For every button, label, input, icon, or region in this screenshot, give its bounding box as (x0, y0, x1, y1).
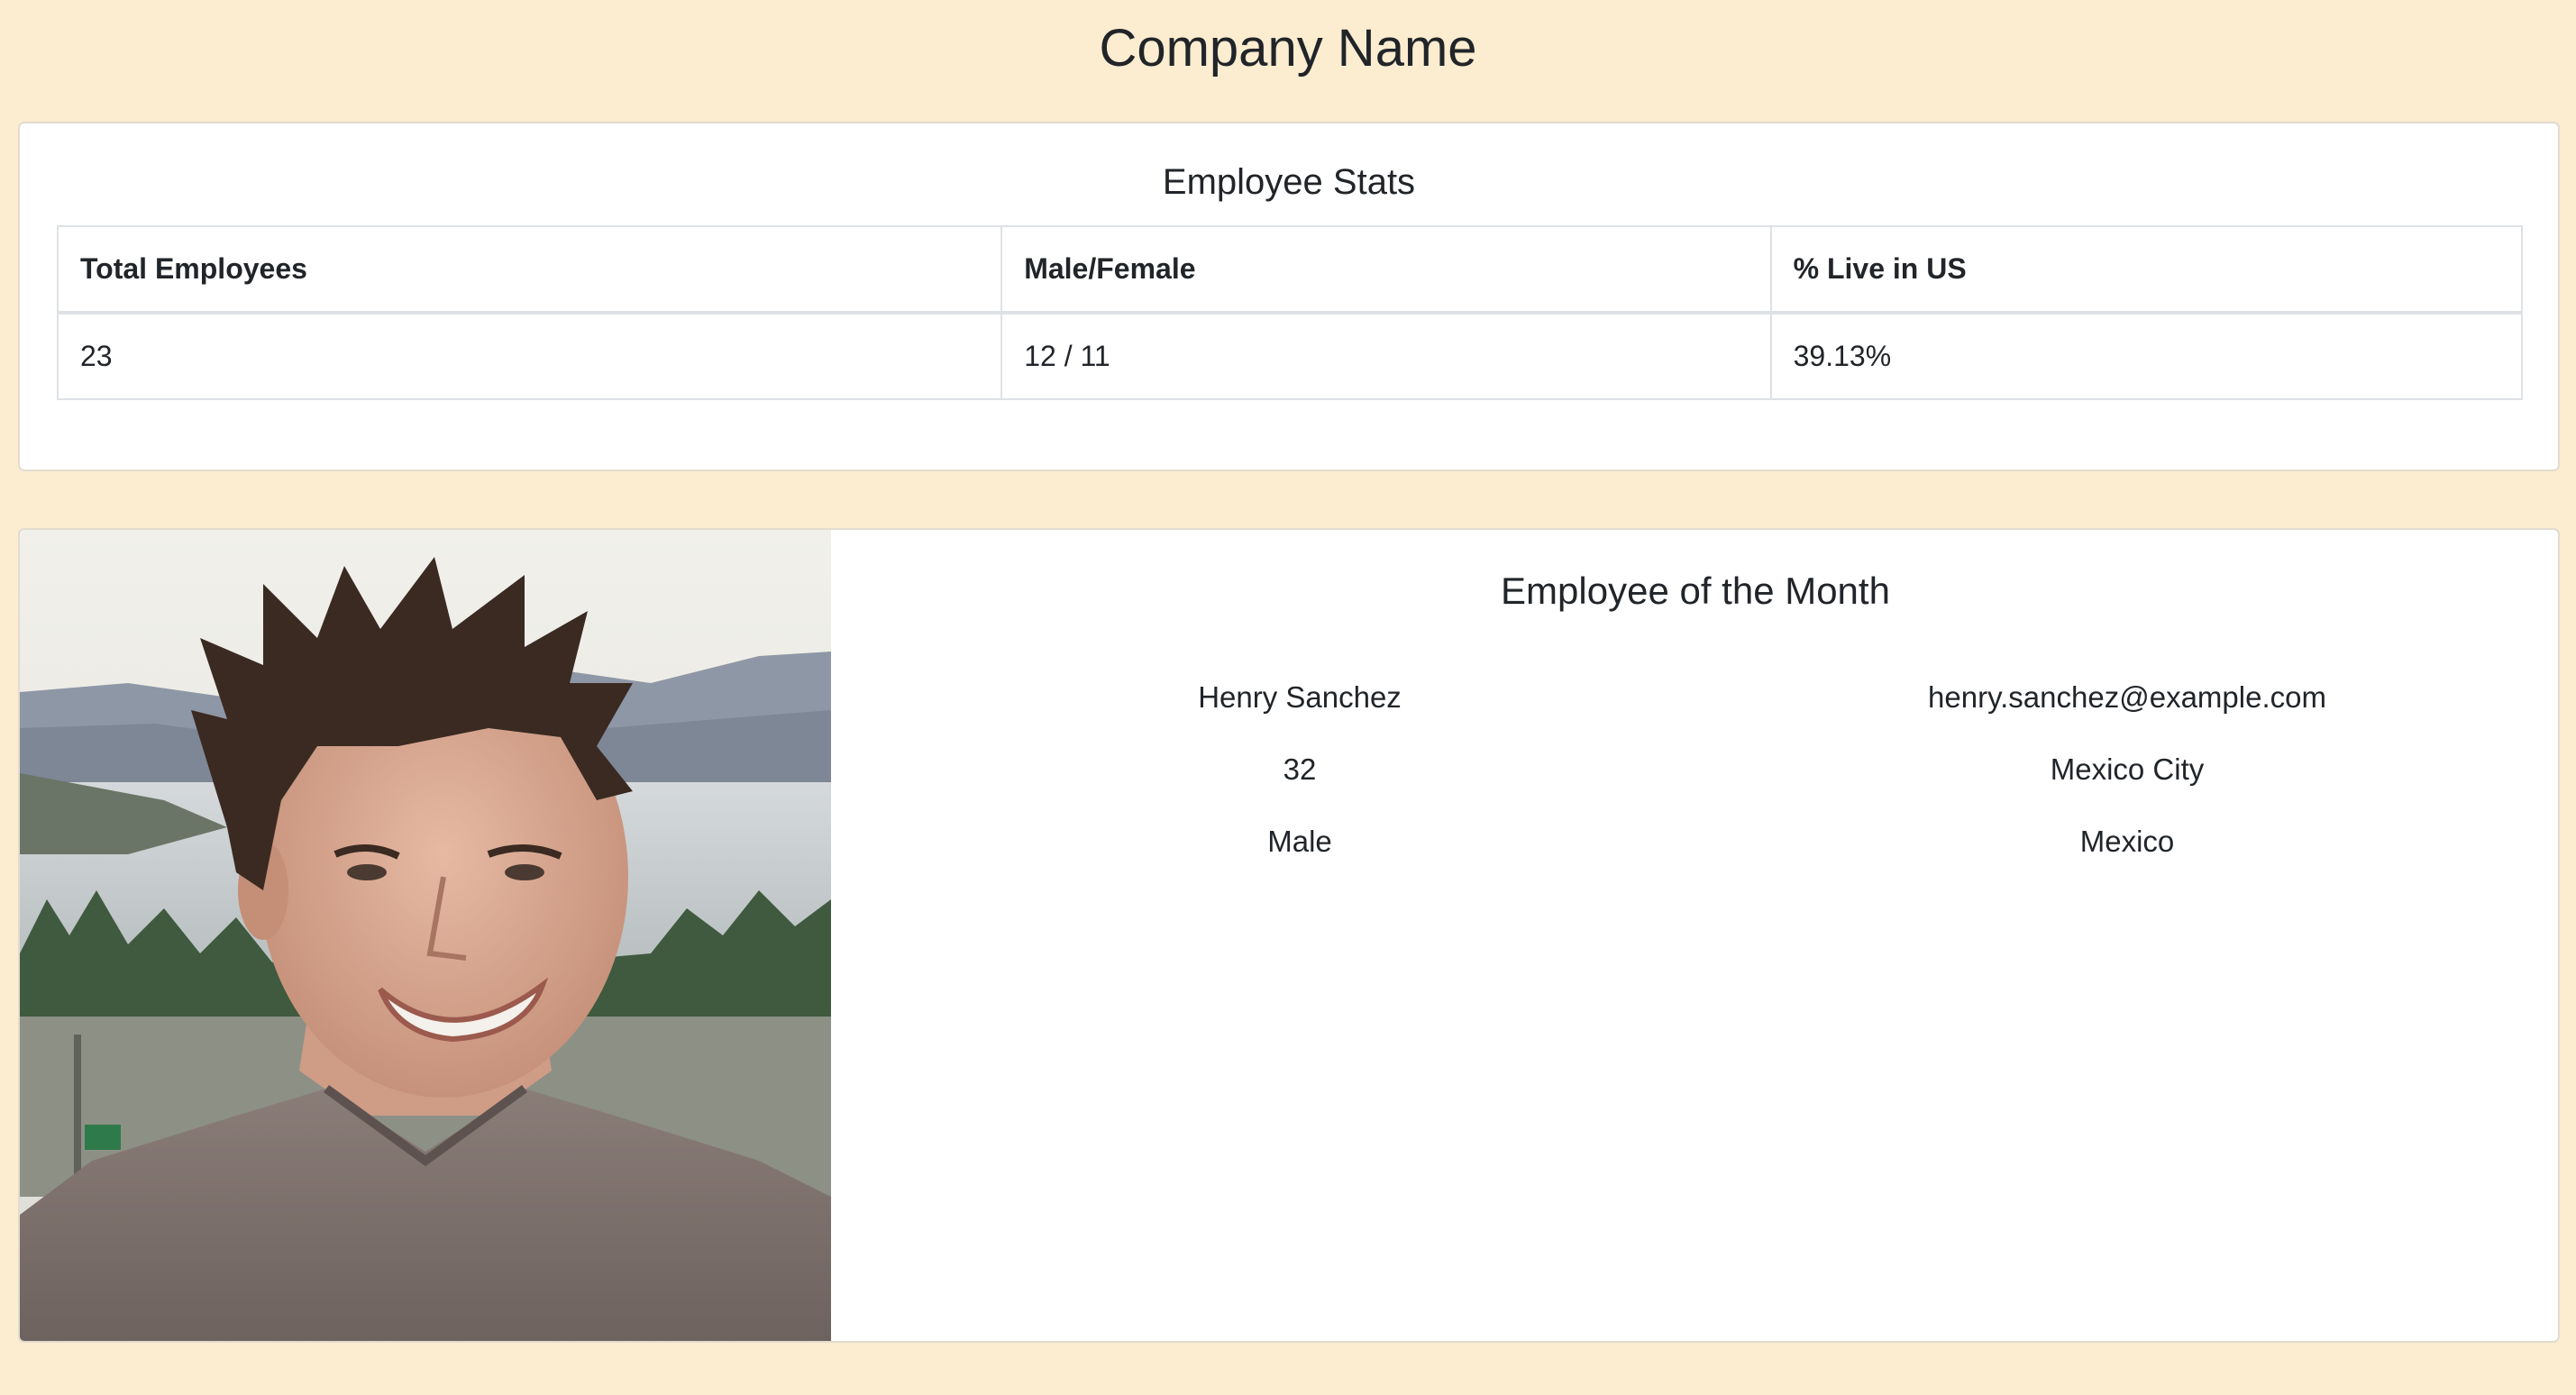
employee-city: Mexico City (2050, 752, 2205, 786)
column-header-male-female: Male/Female (1000, 225, 1772, 315)
live-in-us-value: 39.13% (1769, 312, 2524, 400)
employee-details-left: Henry Sanchez 32 Male (885, 679, 1714, 896)
column-header-live-in-us: % Live in US (1769, 225, 2524, 315)
total-employees-value: 23 (56, 312, 1003, 400)
employee-of-the-month-card: Employee of the Month Henry Sanchez 32 M… (18, 528, 2560, 1343)
employee-country: Mexico (2079, 825, 2175, 858)
employee-stats-table: Total Employees Male/Female % Live in US… (56, 225, 2524, 400)
employee-age: 32 (1283, 752, 1317, 786)
employee-photo (20, 530, 831, 1341)
employee-stats-title: Employee Stats (1162, 162, 1416, 202)
table-header-row: Total Employees Male/Female % Live in US (56, 225, 2524, 315)
employee-of-the-month-title: Employee of the Month (1501, 570, 1890, 612)
company-title: Company Name (1099, 19, 1477, 78)
table-row: 23 12 / 11 39.13% (56, 312, 2524, 400)
employee-gender: Male (1267, 825, 1332, 858)
male-female-value: 12 / 11 (1000, 312, 1772, 400)
employee-stats-card: Employee Stats Total Employees Male/Fema… (18, 122, 2560, 471)
employee-email: henry.sanchez@example.com (1928, 680, 2326, 714)
column-header-total-employees: Total Employees (56, 225, 1003, 315)
employee-details-right: henry.sanchez@example.com Mexico City Me… (1713, 679, 2542, 896)
employee-name: Henry Sanchez (1198, 680, 1402, 714)
